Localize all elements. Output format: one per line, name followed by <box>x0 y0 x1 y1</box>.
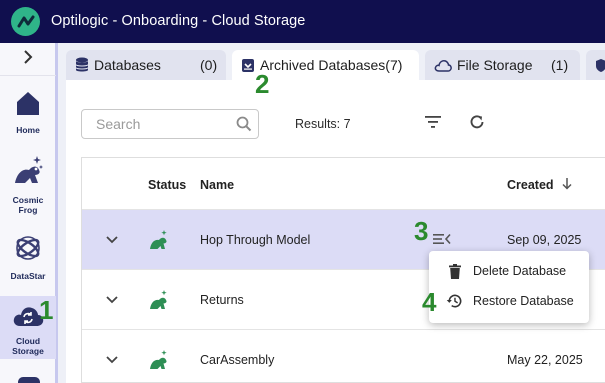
workspace: Databases (0) Archived Databases(7) File… <box>58 43 605 383</box>
column-header-status[interactable]: Status <box>148 178 186 192</box>
search-box <box>81 109 259 139</box>
tab-file-storage[interactable]: File Storage (1) <box>425 50 580 80</box>
sidebar-item-cosmic-frog[interactable]: Cosmic Frog <box>0 153 56 215</box>
tab-databases[interactable]: Databases (0) <box>66 50 226 80</box>
restore-icon <box>446 293 463 309</box>
sort-descending-icon[interactable] <box>562 177 572 193</box>
search-icon[interactable] <box>236 116 252 137</box>
home-icon <box>14 89 42 122</box>
chevron-down-icon[interactable] <box>106 293 118 307</box>
archive-icon <box>241 58 255 73</box>
sidebar-expand-button[interactable] <box>0 43 56 76</box>
table-header: Status Name Created <box>82 158 605 209</box>
sidebar-item-label: Home <box>16 125 40 135</box>
row-context-menu: Delete Database Restore Database <box>429 251 589 323</box>
column-header-name[interactable]: Name <box>200 178 234 192</box>
chevron-down-icon[interactable] <box>106 233 118 247</box>
tab-count: (1) <box>551 57 569 73</box>
frog-status-icon <box>148 289 170 314</box>
restore-database-menu-item[interactable]: Restore Database <box>429 286 589 316</box>
app-title: Optilogic - Onboarding - Cloud Storage <box>51 13 306 29</box>
created-date: Sep 09, 2025 <box>507 233 582 247</box>
trash-icon <box>446 263 463 279</box>
step-marker-3: 3 <box>414 216 429 246</box>
menu-item-label: Delete Database <box>473 264 567 278</box>
step-marker-2: 2 <box>255 69 270 99</box>
filter-icon[interactable] <box>424 115 442 134</box>
refresh-icon[interactable] <box>468 113 486 136</box>
sidebar-more-icon[interactable] <box>18 377 40 383</box>
frog-status-icon <box>148 349 170 374</box>
cosmic-frog-icon <box>11 153 45 192</box>
database-name: Hop Through Model <box>200 233 311 247</box>
column-header-created[interactable]: Created <box>507 178 554 192</box>
table-row[interactable]: CarAssembly May 22, 2025 <box>82 329 605 383</box>
cloud-icon <box>434 59 452 72</box>
step-marker-4: 4 <box>422 287 437 317</box>
tab-more[interactable] <box>586 50 605 80</box>
tab-label: File Storage <box>457 57 533 73</box>
database-name: CarAssembly <box>200 353 275 367</box>
sidebar-item-label: Cloud Storage <box>12 336 44 356</box>
database-icon <box>75 57 89 73</box>
menu-item-label: Restore Database <box>473 294 574 308</box>
sidebar-item-label: DataStar <box>10 271 46 281</box>
search-input[interactable] <box>82 110 232 138</box>
tab-label: Databases <box>94 57 161 73</box>
created-date: May 22, 2025 <box>507 353 583 367</box>
optilogic-logo[interactable] <box>11 7 40 36</box>
delete-database-menu-item[interactable]: Delete Database <box>429 256 589 286</box>
sidebar-item-label: Cosmic Frog <box>12 195 44 215</box>
chevron-right-icon <box>22 49 34 69</box>
frog-status-icon <box>148 229 170 254</box>
left-sidebar: Home Cosmic Frog DataStar Cloud Storage <box>0 43 58 383</box>
tab-label: Archived Databases(7) <box>260 57 403 73</box>
datastar-icon <box>13 233 43 268</box>
archived-databases-panel: Results: 7 Status Name Created <box>66 80 605 383</box>
sidebar-item-home[interactable]: Home <box>0 89 56 139</box>
title-bar: Optilogic - Onboarding - Cloud Storage <box>0 0 605 43</box>
shield-icon <box>595 58 605 73</box>
step-marker-1: 1 <box>39 295 54 325</box>
row-menu-icon[interactable] <box>432 232 452 249</box>
results-count: Results: 7 <box>295 117 351 131</box>
sidebar-item-datastar[interactable]: DataStar <box>0 233 56 281</box>
database-name: Returns <box>200 293 244 307</box>
chevron-down-icon[interactable] <box>106 353 118 367</box>
tab-count: (0) <box>200 57 218 73</box>
